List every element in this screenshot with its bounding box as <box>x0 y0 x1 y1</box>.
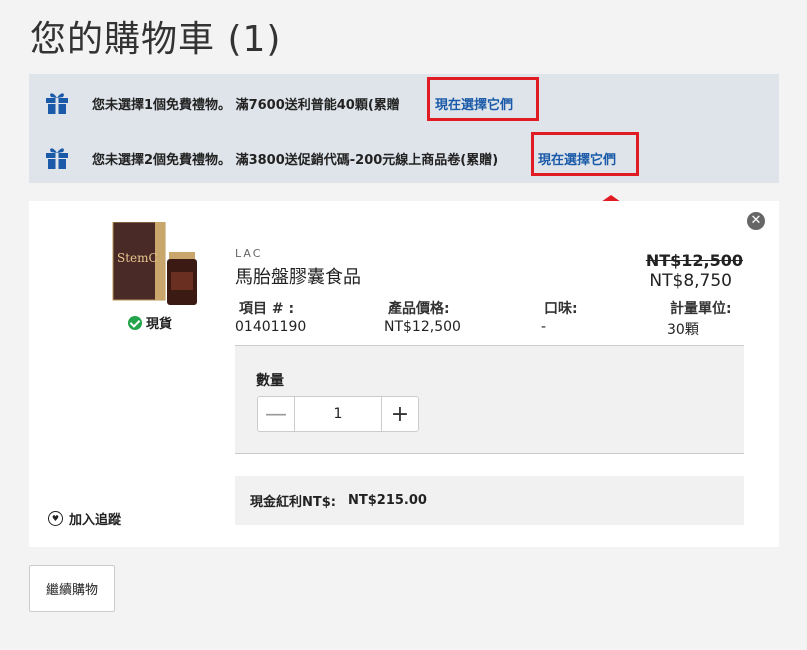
attr-label: 項目 # : <box>239 301 295 317</box>
cashback-label: 現金紅利NT$: <box>250 495 336 510</box>
cashback-value: NT$215.00 <box>348 493 427 508</box>
minus-icon: — <box>265 401 287 427</box>
attr-value: NT$12,500 <box>384 319 461 335</box>
page-title: 您的購物車 (1) <box>30 19 282 60</box>
wishlist-label: 加入追蹤 <box>69 513 122 528</box>
gift-icon <box>46 148 68 169</box>
remove-item-button[interactable]: ✕ <box>747 212 765 230</box>
sale-price: NT$8,750 <box>649 271 732 291</box>
attr-value: 01401190 <box>235 319 307 335</box>
add-to-wishlist-button[interactable]: ♥ 加入追蹤 <box>48 509 121 528</box>
plus-icon: + <box>390 401 410 427</box>
close-icon: ✕ <box>750 213 762 228</box>
product-image-label: StemC <box>117 251 158 265</box>
promo-text: 您未選擇2個免費禮物。 滿3800送促銷代碼-200元線上商品卷(累贈) <box>92 153 499 168</box>
attr-value: 30顆 <box>667 322 699 338</box>
attr-label: 計量單位: <box>670 301 732 317</box>
product-name[interactable]: 馬胎盤膠囊食品 <box>235 263 361 289</box>
highlight-box <box>531 132 639 176</box>
gift-icon <box>46 93 68 114</box>
stock-label: 現貨 <box>146 317 173 332</box>
attr-label: 產品價格: <box>388 301 450 317</box>
decrease-quantity-button[interactable]: — <box>258 397 295 431</box>
promo-row: 您未選擇1個免費禮物。 滿7600送利普能40顆(累贈 現在選擇它們 <box>29 74 779 128</box>
increase-quantity-button[interactable]: + <box>381 397 418 431</box>
highlight-box <box>427 77 539 121</box>
quantity-label: 數量 <box>256 373 284 389</box>
product-brand: LAC <box>235 247 263 260</box>
promo-row: 您未選擇2個免費禮物。 滿3800送促銷代碼-200元線上商品卷(累贈) 現在選… <box>29 129 779 183</box>
quantity-input[interactable]: 1 <box>295 397 381 431</box>
cart-item-card: StemC 現貨 LAC 馬胎盤膠囊食品 ✕ NT$12,500 NT$8,75… <box>29 201 779 547</box>
product-image[interactable]: StemC <box>111 222 197 306</box>
heart-icon: ♥ <box>48 511 63 526</box>
attr-value: - <box>541 319 547 335</box>
quantity-stepper: — 1 + <box>257 396 419 432</box>
continue-shopping-button[interactable]: 繼續購物 <box>29 565 115 612</box>
stock-status: 現貨 <box>128 313 172 332</box>
attr-label: 口味: <box>544 301 578 317</box>
quantity-panel: 數量 — 1 + <box>235 345 744 454</box>
check-icon <box>128 315 142 330</box>
free-gift-promo-box: 您未選擇1個免費禮物。 滿7600送利普能40顆(累贈 現在選擇它們 您未選擇2… <box>29 74 779 183</box>
cashback-row: 現金紅利NT$: NT$215.00 <box>235 476 744 525</box>
original-price: NT$12,500 <box>645 251 743 270</box>
promo-text: 您未選擇1個免費禮物。 滿7600送利普能40顆(累贈 <box>92 98 400 113</box>
